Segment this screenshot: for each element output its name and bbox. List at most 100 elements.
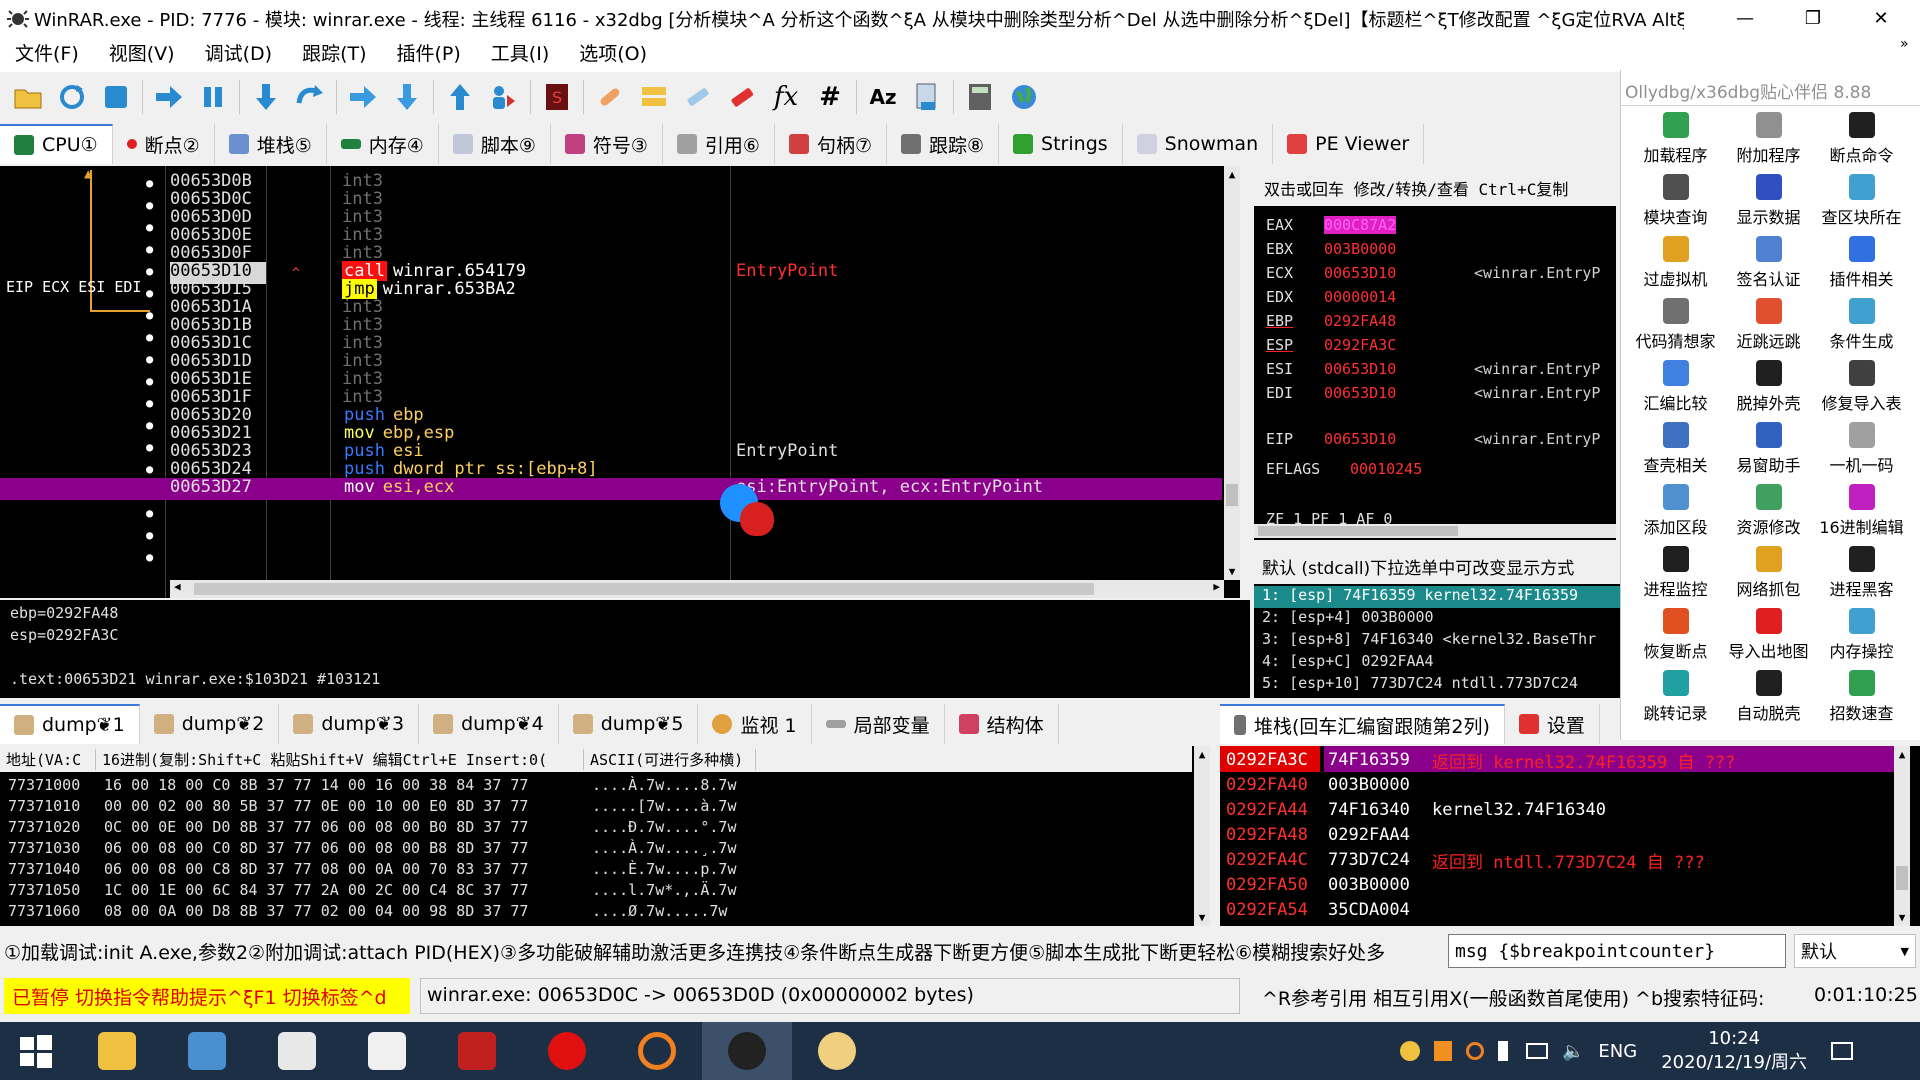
tab-dump-4[interactable]: dump❦4 (419, 704, 559, 744)
register-row[interactable]: EFLAGS 00010245 (1266, 460, 1422, 482)
stack-row[interactable]: 0292FA48 0292FAA4 (1220, 823, 1432, 847)
stack-row[interactable]: 0292FA44 74F16340 kernel32.74F16340 (1220, 798, 1606, 822)
stack-row[interactable]: 0292FA54 35CDA004 (1220, 898, 1432, 922)
register-value[interactable]: 00000014 (1324, 288, 1396, 306)
dump-row[interactable]: 77371010 00 00 02 00 80 5B 37 77 0E 00 10… (0, 795, 756, 816)
dump-ascii[interactable]: ....À.7w....¸.7w (584, 839, 756, 857)
sidebar-tool[interactable]: 自动脱壳 (1722, 666, 1815, 728)
label-icon[interactable] (680, 79, 716, 115)
stack-value[interactable]: 003B0000 (1320, 775, 1424, 795)
register-value[interactable]: 00653D10 (1324, 360, 1396, 378)
sidebar-tool[interactable]: 一机一码 (1815, 418, 1908, 480)
register-row[interactable]: EDX 00000014 (1266, 288, 1396, 310)
menu-file[interactable]: 文件(F) (0, 36, 94, 72)
stack-value[interactable]: 773D7C24 (1320, 850, 1424, 870)
call-stack-row[interactable]: 5: [esp+10] 773D7C24 ntdll.773D7C24 (1254, 674, 1620, 696)
open-icon[interactable] (10, 79, 46, 115)
tab-snowman[interactable]: Snowman (1123, 124, 1274, 164)
sidebar-tool[interactable]: 条件生成 (1815, 294, 1908, 356)
dump-ascii[interactable]: ....Ð.7w....°.7w (584, 818, 756, 836)
dump-ascii[interactable]: .....[7w....à.7w (584, 797, 756, 815)
tab-struct[interactable]: 结构体 (945, 704, 1059, 744)
stack-value[interactable]: 0292FAA4 (1320, 825, 1424, 845)
globe-icon[interactable] (1006, 79, 1042, 115)
tab-breakpoints[interactable]: 断点② (113, 124, 215, 164)
call-stack-row[interactable]: 1: [esp] 74F16359 kernel32.74F16359 (1254, 586, 1620, 608)
tab-cpu[interactable]: CPU① (0, 124, 113, 164)
taskbar-explorer[interactable] (72, 1022, 162, 1080)
dump-hex[interactable]: 06 00 08 00 C8 8D 37 77 08 00 0A 00 70 8… (96, 860, 584, 878)
run-to-user-code-icon[interactable] (486, 79, 522, 115)
sidebar-tool[interactable]: 显示数据 (1722, 170, 1815, 232)
dump-hex[interactable]: 06 00 08 00 C0 8D 37 77 06 00 08 00 B8 8… (96, 839, 584, 857)
registers-panel[interactable]: 双击或回车 修改/转换/查看 Ctrl+C复制 EAX 000C87A2 EBX 00… (1254, 166, 1616, 540)
sidebar-tool[interactable]: 网络抓包 (1722, 542, 1815, 604)
register-value[interactable]: 000C87A2 (1324, 216, 1397, 234)
maximize-button[interactable]: ❐ (1784, 0, 1842, 36)
pause-icon[interactable] (195, 79, 231, 115)
run-icon[interactable] (151, 79, 187, 115)
shield-icon[interactable] (1434, 1041, 1452, 1061)
register-row[interactable]: EBX 003B0000 (1266, 240, 1396, 262)
patch-icon[interactable] (592, 79, 628, 115)
trace-over-icon[interactable] (389, 79, 425, 115)
tray-icon-1[interactable] (1400, 1041, 1420, 1061)
command-mode-select[interactable]: 默认 ▼ (1794, 934, 1916, 968)
call-stack-row[interactable]: 4: [esp+C] 0292FAA4 (1254, 652, 1620, 674)
tab-dump-2[interactable]: dump❦2 (140, 704, 280, 744)
sidebar-tool[interactable]: 导入出地图 (1722, 604, 1815, 666)
register-row[interactable]: ECX 00653D10 <winrar.EntryP (1266, 264, 1600, 286)
sidebar-tool[interactable]: 易窗助手 (1722, 418, 1815, 480)
disassembly-view[interactable]: ▲ EIP ECX ESI EDI ●●●●●●●●●●●●●●●●●● 006… (0, 166, 1240, 598)
stack-panel[interactable]: 0292FA3C 74F16359 返回到 kernel32.74F16359 自 … (1220, 746, 1920, 926)
sidebar-tool[interactable]: 进程监控 (1629, 542, 1722, 604)
tab-locals[interactable]: 局部变量 (812, 704, 945, 744)
dump-row[interactable]: 77371030 06 00 08 00 C0 8D 37 77 06 00 08… (0, 837, 756, 858)
register-value[interactable]: 0292FA48 (1324, 312, 1396, 330)
hex-dump-panel[interactable]: 地址(VA:C 16进制(复制:Shift+C 粘贴Shift+V 编辑Ctrl… (0, 746, 1210, 926)
breakpoint-dots[interactable]: ●●●●●●●●●●●●●●●●●● (146, 172, 158, 568)
stop-icon[interactable] (98, 79, 134, 115)
dump-vscroll[interactable]: ▲ ▼ (1194, 746, 1210, 926)
sidebar-tool[interactable]: 恢复断点 (1629, 604, 1722, 666)
menu-plugins[interactable]: 插件(P) (382, 36, 476, 72)
sidebar-tool[interactable]: 进程黑客 (1815, 542, 1908, 604)
execute-till-return-icon[interactable] (442, 79, 478, 115)
call-stack-row[interactable]: 2: [esp+4] 003B0000 (1254, 608, 1620, 630)
step-over-icon[interactable] (292, 79, 328, 115)
tab-memory[interactable]: 内存④ (327, 124, 439, 164)
stack-row[interactable]: 0292FA50 003B0000 (1220, 873, 1432, 897)
dump-hex[interactable]: 1C 00 1E 00 6C 84 37 77 2A 00 2C 00 C4 8… (96, 881, 584, 899)
dump-row[interactable]: 77371020 0C 00 0E 00 D0 8B 37 77 06 00 08… (0, 816, 756, 837)
sidebar-tool[interactable]: 查区块所在 (1815, 170, 1908, 232)
dump-row[interactable]: 77371000 16 00 18 00 C0 8B 37 77 14 00 16… (0, 774, 756, 795)
tab-symbols[interactable]: 符号③ (551, 124, 663, 164)
sidebar-tool[interactable]: 模块查询 (1629, 170, 1722, 232)
sidebar-tool[interactable]: 签名认证 (1722, 232, 1815, 294)
dump-ascii[interactable]: ....À.7w....8.7w (584, 776, 756, 794)
menu-trace[interactable]: 跟踪(T) (287, 36, 381, 72)
strawberry-icon[interactable] (740, 502, 774, 536)
stack-row[interactable]: 0292FA40 003B0000 (1220, 773, 1432, 797)
taskbar-notebook[interactable] (162, 1022, 252, 1080)
comment-icon[interactable] (636, 79, 672, 115)
register-value[interactable]: 0292FA3C (1324, 336, 1396, 354)
taskbar-x32dbg[interactable] (702, 1022, 792, 1080)
register-value[interactable]: 00653D10 (1324, 264, 1396, 282)
minimize-button[interactable]: — (1716, 0, 1774, 36)
menu-view[interactable]: 视图(V) (94, 36, 190, 72)
stack-value[interactable]: 74F16340 (1320, 800, 1424, 820)
font-icon[interactable]: Az (865, 79, 901, 115)
dump-hex[interactable]: 16 00 18 00 C0 8B 37 77 14 00 16 00 38 8… (96, 776, 584, 794)
taskbar-app-red[interactable] (432, 1022, 522, 1080)
close-button[interactable]: ✕ (1852, 0, 1910, 36)
sidebar-tool[interactable]: 资源修改 (1722, 480, 1815, 542)
notification-icon[interactable] (1831, 1042, 1854, 1060)
tab-stack[interactable]: 堆栈⑤ (215, 124, 327, 164)
stack-value[interactable]: 003B0000 (1320, 875, 1424, 895)
taskbar-notepad[interactable] (252, 1022, 342, 1080)
register-value[interactable]: 003B0000 (1324, 240, 1396, 258)
taskbar-opera[interactable] (522, 1022, 612, 1080)
language-indicator[interactable]: ENG (1598, 1041, 1637, 1062)
tab-trace[interactable]: 跟踪⑧ (887, 124, 1000, 164)
